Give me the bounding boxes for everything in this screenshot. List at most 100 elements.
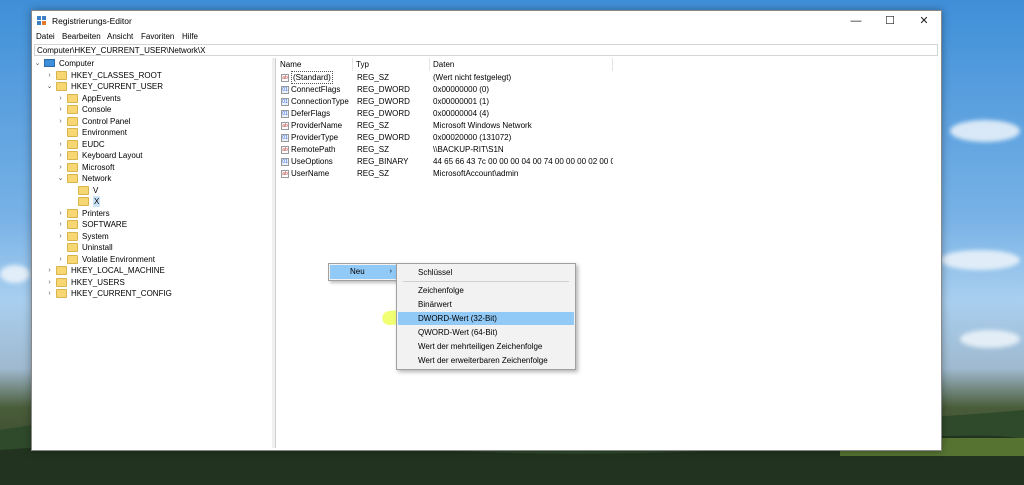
tree-item-computer[interactable]: ⌄ Computer: [34, 58, 264, 69]
folder-icon: [56, 82, 67, 91]
tree-item[interactable]: › HKEY_USERS: [46, 277, 246, 288]
tree-item[interactable]: › Control Panel: [57, 116, 257, 127]
value-name: UserName: [291, 169, 330, 178]
tree-item[interactable]: › Volatile Environment: [57, 254, 257, 265]
submenu-item[interactable]: Wert der erweiterbaren Zeichenfolge: [398, 354, 574, 367]
menu-hilfe[interactable]: Hilfe: [182, 32, 198, 41]
tree-item-label: SOFTWARE: [82, 220, 128, 229]
value-type: REG_DWORD: [357, 133, 410, 142]
column-header-name[interactable]: Name: [277, 58, 353, 71]
title-bar: Registrierungs-Editor — ☐ ✕: [32, 11, 941, 31]
menu-favoriten[interactable]: Favoriten: [141, 32, 174, 41]
tree-item[interactable]: › HKEY_CLASSES_ROOT: [46, 70, 246, 81]
submenu-item[interactable]: Schlüssel: [398, 266, 574, 279]
tree-item[interactable]: Uninstall: [57, 242, 257, 253]
cloud: [940, 250, 1020, 270]
string-value-icon: ab: [281, 74, 289, 82]
minimize-button[interactable]: —: [839, 11, 873, 31]
folder-icon: [67, 174, 78, 183]
expand-icon[interactable]: ›: [57, 231, 64, 242]
binary-value-icon: 01: [281, 134, 289, 142]
expand-icon[interactable]: ›: [46, 70, 53, 81]
tree-item[interactable]: ⌄ HKEY_CURRENT_USER: [46, 81, 246, 92]
tree-item-label: Computer: [59, 59, 95, 68]
submenu-item[interactable]: Binärwert: [398, 298, 574, 311]
expand-icon[interactable]: ›: [46, 265, 53, 276]
folder-icon: [67, 93, 78, 103]
tree-item[interactable]: › AppEvents: [57, 93, 257, 104]
value-type: REG_SZ: [357, 121, 390, 130]
tree-item[interactable]: › HKEY_CURRENT_CONFIG: [46, 288, 246, 299]
expand-icon[interactable]: ›: [46, 288, 53, 299]
pane-splitter[interactable]: [272, 58, 276, 448]
registry-editor-window: Registrierungs-Editor — ☐ ✕ Datei Bearbe…: [31, 10, 942, 451]
expand-icon[interactable]: ⌄: [57, 173, 64, 184]
tree-item[interactable]: › EUDC: [57, 139, 257, 150]
menu-bearbeiten[interactable]: Bearbeiten: [62, 32, 101, 41]
expand-icon[interactable]: ›: [57, 139, 64, 150]
tree-item[interactable]: › Printers: [57, 208, 257, 219]
maximize-button[interactable]: ☐: [873, 11, 907, 31]
expand-icon[interactable]: ›: [57, 162, 64, 173]
folder-icon: [67, 105, 78, 114]
context-menu-new[interactable]: Neu ›: [330, 265, 396, 279]
menu-ansicht[interactable]: Ansicht: [107, 32, 133, 41]
collapse-icon[interactable]: ⌄: [34, 58, 41, 69]
value-row[interactable]: 01 UseOptions REG_BINARY 44 65 66 43 7c 00 …: [277, 156, 940, 168]
tree-item[interactable]: › Keyboard Layout: [57, 150, 257, 161]
tree-item[interactable]: › Microsoft: [57, 162, 257, 173]
address-bar[interactable]: Computer\HKEY_CURRENT_USER\Network\X: [34, 44, 938, 56]
value-row[interactable]: 01 ProviderType REG_DWORD 0x00020000 (13107…: [277, 132, 940, 144]
tree-item[interactable]: › System: [57, 231, 257, 242]
value-row[interactable]: ab ProviderName REG_SZ Microsoft Windows Ne…: [277, 120, 940, 132]
tree-item[interactable]: › SOFTWARE: [57, 219, 257, 230]
submenu-item[interactable]: QWORD-Wert (64-Bit): [398, 326, 574, 339]
expand-icon[interactable]: ›: [57, 219, 64, 230]
expand-icon[interactable]: ›: [57, 116, 64, 127]
tree-item-label: Microsoft: [82, 162, 115, 172]
tree-item[interactable]: X: [68, 196, 268, 207]
submenu-item[interactable]: DWORD-Wert (32-Bit): [398, 312, 574, 325]
folder-icon: [78, 197, 89, 206]
tree-item[interactable]: ⌄ Network: [57, 173, 257, 184]
value-row[interactable]: 01 ConnectFlags REG_DWORD 0x00000000 (0): [277, 84, 940, 96]
value-name: DeferFlags: [291, 109, 331, 118]
column-header-data[interactable]: Daten: [430, 58, 613, 71]
key-tree: ⌄ Computer › HKEY_CLASSES_ROOT ⌄ HKEY_CURRE…: [32, 58, 273, 448]
submenu-item-label: Schlüssel: [418, 268, 453, 277]
string-value-icon: ab: [281, 122, 289, 130]
expand-icon[interactable]: ›: [46, 277, 53, 288]
string-value-icon: ab: [281, 146, 289, 154]
value-row[interactable]: ab UserName REG_SZ MicrosoftAccount\admin: [277, 168, 940, 180]
expand-icon[interactable]: ›: [57, 104, 64, 115]
close-button[interactable]: ✕: [907, 11, 941, 31]
value-row[interactable]: 01 ConnectionType REG_DWORD 0x00000001 (1): [277, 96, 940, 108]
submenu-arrow-icon: ›: [389, 268, 392, 275]
menu-datei[interactable]: Datei: [36, 32, 55, 41]
submenu-item[interactable]: Wert der mehrteiligen Zeichenfolge: [398, 340, 574, 353]
expand-icon[interactable]: ›: [57, 150, 64, 161]
value-name: ProviderName: [291, 121, 343, 130]
expand-icon[interactable]: ›: [57, 93, 64, 104]
tree-item[interactable]: › Console: [57, 104, 257, 115]
expand-icon[interactable]: ⌄: [46, 81, 53, 92]
binary-value-icon: 01: [281, 98, 289, 106]
tree-item[interactable]: Environment: [57, 127, 257, 138]
value-row[interactable]: ab RemotePath REG_SZ \\BACKUP-RIT\S1N: [277, 144, 940, 156]
value-row[interactable]: ab (Standard) REG_SZ (Wert nicht festgelegt…: [277, 71, 940, 84]
expand-icon[interactable]: ›: [57, 254, 64, 265]
expand-icon[interactable]: ›: [57, 208, 64, 219]
tree-item[interactable]: › HKEY_LOCAL_MACHINE: [46, 265, 246, 276]
value-name: (Standard): [291, 71, 333, 84]
tree-item-label: AppEvents: [82, 93, 121, 103]
column-header-type[interactable]: Typ: [353, 58, 430, 71]
context-menu-new-label: Neu: [350, 267, 365, 276]
binary-value-icon: 01: [281, 158, 289, 166]
value-type: REG_SZ: [357, 73, 390, 82]
value-row[interactable]: 01 DeferFlags REG_DWORD 0x00000004 (4): [277, 108, 940, 120]
value-data: (Wert nicht festgelegt): [433, 73, 512, 82]
cloud: [0, 265, 30, 283]
folder-icon: [56, 70, 67, 80]
submenu-item[interactable]: Zeichenfolge: [398, 284, 574, 297]
tree-item[interactable]: V: [68, 185, 268, 196]
